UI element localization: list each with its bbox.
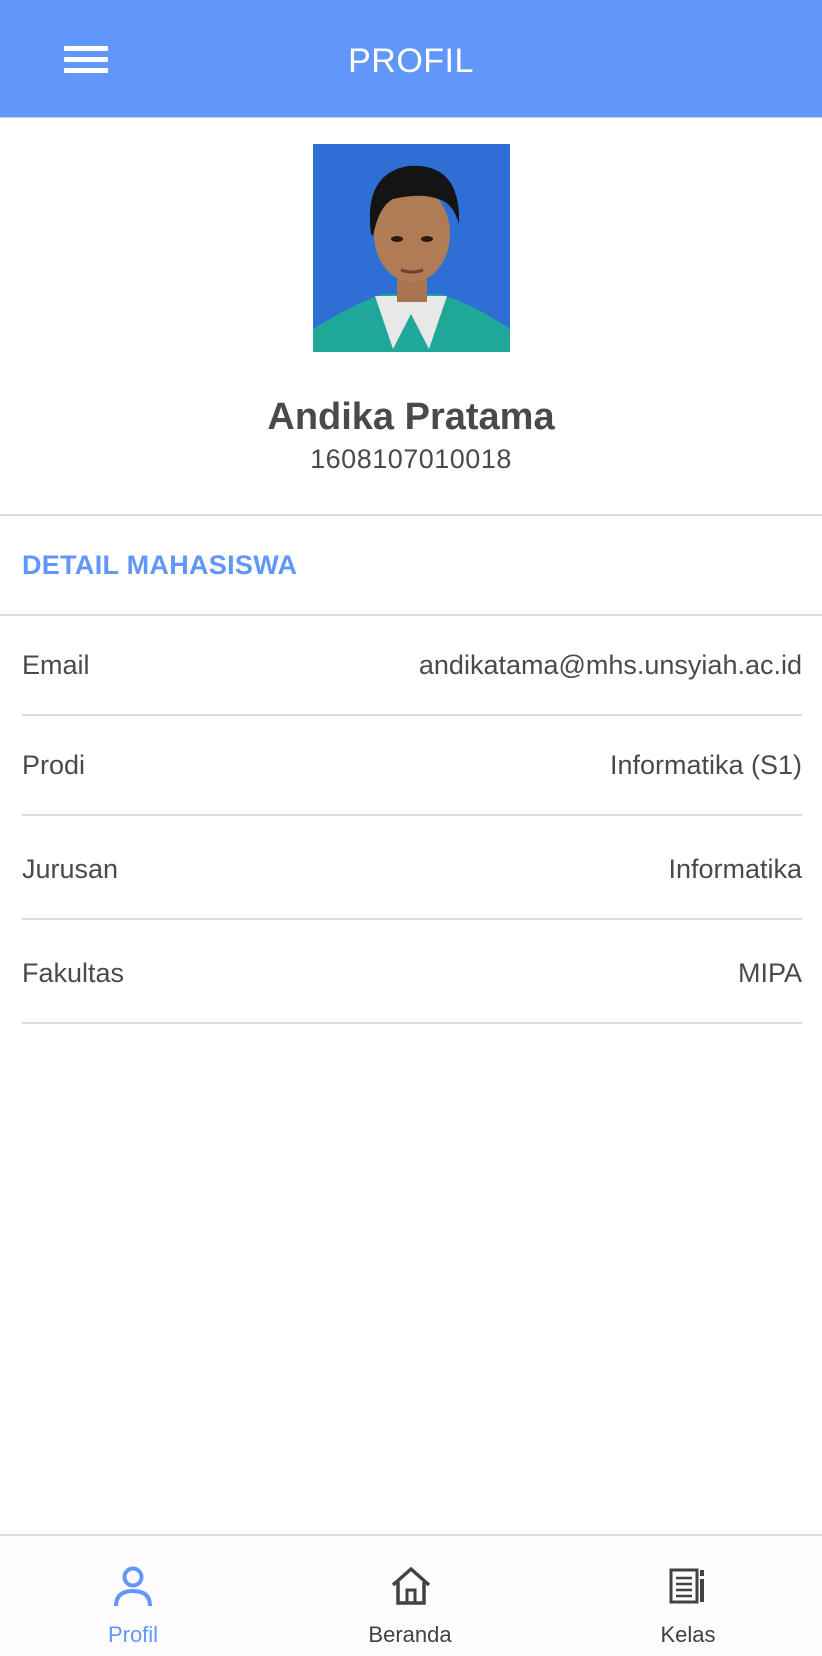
student-id: 1608107010018 (310, 444, 512, 474)
detail-value: MIPA (737, 958, 802, 988)
detail-row-fakultas: Fakultas MIPA (22, 924, 802, 1024)
detail-label: Fakultas (22, 958, 125, 988)
nav-item-profil[interactable]: Profil (33, 1536, 233, 1656)
home-icon (391, 1567, 431, 1605)
detail-value: Informatika (S1) (609, 750, 802, 780)
nav-item-beranda[interactable]: Beranda (310, 1536, 510, 1656)
detail-row-email: Email andikatama@mhs.unsyiah.ac.id (22, 616, 802, 716)
nav-label: Profil (107, 1622, 159, 1647)
page-title: PROFIL (348, 42, 474, 80)
nav-label: Kelas (660, 1622, 716, 1647)
divider (0, 514, 822, 516)
detail-label: Prodi (22, 750, 86, 780)
document-list-icon (669, 1568, 704, 1604)
detail-value: Informatika (668, 854, 802, 884)
app-bar: PROFIL (0, 0, 822, 118)
nav-item-kelas[interactable]: Kelas (588, 1536, 788, 1656)
student-name: Andika Pratama (267, 396, 555, 438)
person-icon (114, 1566, 152, 1607)
detail-label: Email (22, 650, 90, 680)
bottom-navigation: Profil Beranda Kelas (0, 1534, 822, 1656)
detail-label: Jurusan (22, 854, 119, 884)
detail-value: andikatama@mhs.unsyiah.ac.id (418, 650, 802, 680)
section-title: DETAIL MAHASISWA (22, 550, 298, 580)
nav-label: Beranda (368, 1622, 452, 1647)
profile-photo (313, 144, 510, 352)
detail-row-jurusan: Jurusan Informatika (22, 820, 802, 920)
detail-row-prodi: Prodi Informatika (S1) (22, 716, 802, 816)
